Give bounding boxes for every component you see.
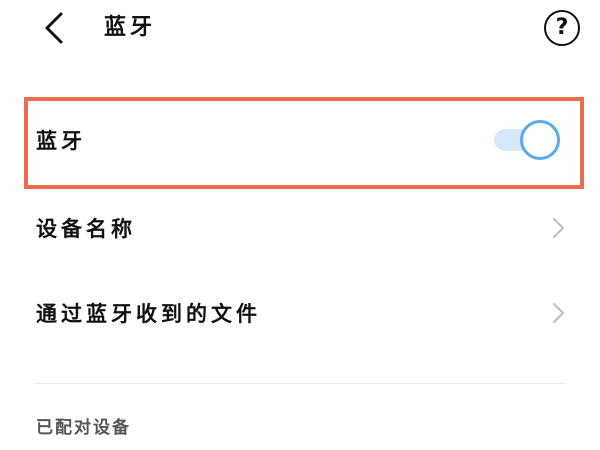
received-files-label: 通过蓝牙收到的文件 [36, 302, 261, 326]
toggle-knob [520, 120, 560, 160]
help-button[interactable]: ? [544, 10, 580, 46]
chevron-right-icon [548, 301, 568, 325]
chevron-right-icon [548, 216, 568, 240]
paired-devices-section-title: 已配对设备 [36, 418, 131, 438]
section-divider [34, 383, 566, 384]
page-title: 蓝牙 [104, 15, 157, 40]
bluetooth-setting-label: 蓝牙 [36, 129, 86, 153]
chevron-left-icon [45, 12, 63, 44]
device-name-label: 设备名称 [36, 217, 136, 241]
received-files-row[interactable]: 通过蓝牙收到的文件 [0, 273, 600, 353]
back-button[interactable] [36, 10, 72, 46]
device-name-row[interactable]: 设备名称 [0, 188, 600, 268]
bluetooth-toggle[interactable] [494, 120, 560, 160]
top-bar: 蓝牙 ? [0, 0, 600, 60]
bluetooth-setting-row[interactable]: 蓝牙 [0, 100, 600, 180]
question-circle-icon: ? [555, 15, 569, 40]
